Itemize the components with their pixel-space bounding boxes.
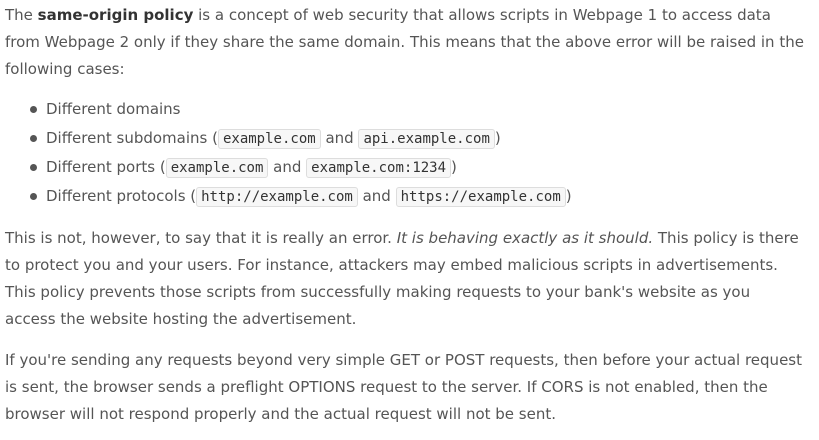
case-prefix: Different protocols ( [46, 187, 197, 205]
case-prefix: Different ports ( [46, 158, 166, 176]
code-example-domain: example.com [217, 129, 321, 149]
bullet-icon [30, 135, 37, 142]
article-body: The same-origin policy is a concept of w… [0, 2, 805, 428]
code-example-domain: example.com [165, 158, 269, 178]
intro-lead-text: The [5, 6, 38, 24]
para2-lead-text: This is not, however, to say that it is … [5, 229, 397, 247]
list-item-different-protocols: Different protocols (http://example.com … [30, 182, 805, 211]
code-http-url: http://example.com [196, 187, 358, 207]
bullet-icon [30, 106, 37, 113]
paragraph-preflight-cors: If you're sending any requests beyond ve… [5, 347, 805, 428]
case-text: Different domains [46, 100, 181, 118]
list-item-different-ports: Different ports (example.com and example… [30, 153, 805, 182]
case-suffix: ) [565, 187, 572, 205]
paragraph-same-origin-intro: The same-origin policy is a concept of w… [5, 2, 805, 83]
case-suffix: ) [451, 158, 457, 176]
code-https-url: https://example.com [395, 187, 566, 207]
list-item-different-subdomains: Different subdomains (example.com and ap… [30, 124, 805, 153]
code-api-subdomain: api.example.com [358, 129, 495, 149]
case-mid: and [320, 129, 359, 147]
same-origin-policy-term: same-origin policy [37, 6, 194, 24]
error-cases-section: Different domains Different subdomains (… [5, 95, 805, 211]
bullet-icon [30, 193, 37, 200]
bullet-icon [30, 164, 37, 171]
para2-emphasis-text: It is behaving exactly as it should. [396, 229, 654, 247]
error-cases-list: Different domains Different subdomains (… [5, 95, 805, 211]
case-mid: and [357, 187, 396, 205]
case-mid: and [268, 158, 307, 176]
case-prefix: Different subdomains ( [46, 129, 218, 147]
case-suffix: ) [494, 129, 501, 147]
code-port-domain: example.com:1234 [306, 158, 452, 178]
paragraph-not-an-error: This is not, however, to say that it is … [5, 225, 805, 333]
list-item-different-domains: Different domains [30, 95, 805, 124]
para3-text: If you're sending any requests beyond ve… [5, 351, 802, 423]
